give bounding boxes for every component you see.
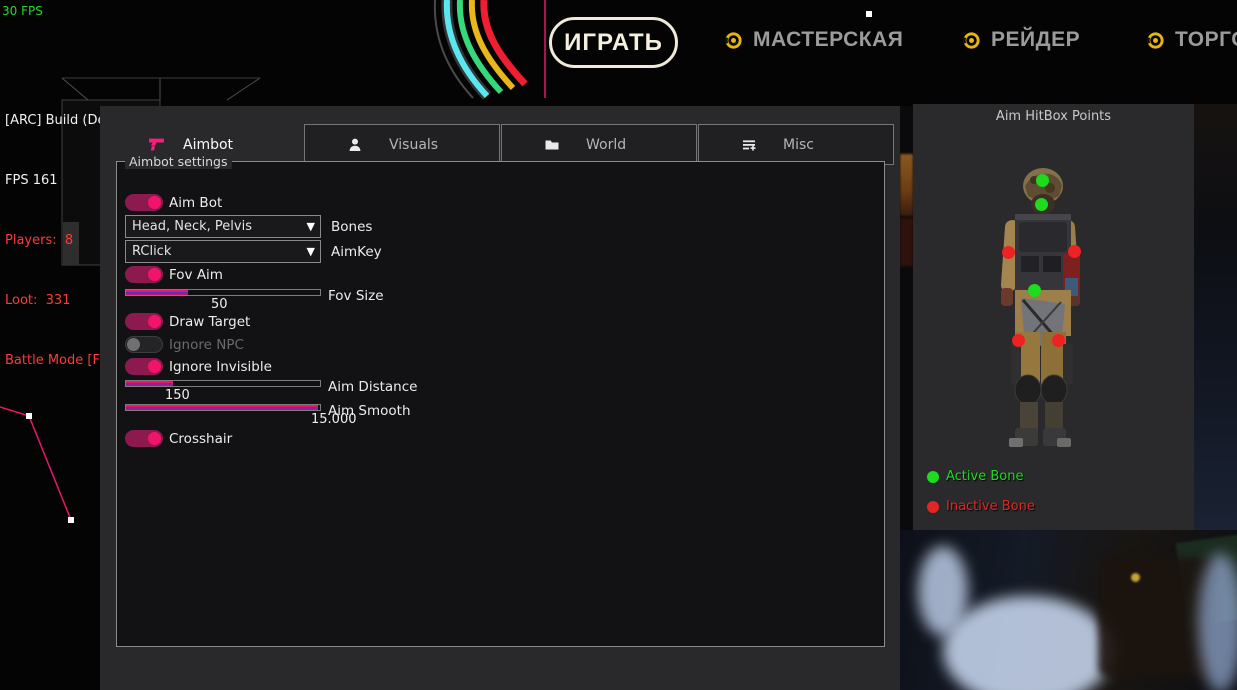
draw-target-label: Draw Target: [169, 314, 250, 330]
menu-item-label: ТОРГО: [1175, 28, 1237, 52]
chevron-down-icon: ▼: [307, 216, 315, 237]
hitbox-dot-left-shoulder: [1002, 246, 1015, 259]
aim-smooth-label: Aim Smooth: [328, 403, 411, 419]
red-dot-icon: [927, 501, 939, 513]
hitbox-dot-pelvis: [1028, 284, 1041, 297]
tab-label: Aimbot: [183, 137, 233, 153]
menu-item-label: РЕЙДЕР: [991, 28, 1080, 52]
group-title: Aimbot settings: [125, 154, 232, 169]
aim-distance-label: Aim Distance: [328, 379, 417, 395]
tab-label: Misc: [783, 137, 814, 153]
fov-aim-label: Fov Aim: [169, 267, 223, 283]
scene-bottom-right: [898, 528, 1237, 690]
cheat-menu-panel: Aimbot Visuals World Misc Aimbot setting…: [100, 106, 900, 690]
scene-gap: [900, 106, 913, 530]
menu-item-merchant[interactable]: ТОРГО: [1146, 28, 1237, 52]
person-icon: [347, 137, 363, 153]
aimkey-dropdown-value: RClick: [132, 244, 171, 259]
bones-label: Bones: [331, 219, 372, 235]
hitbox-dot-left-thigh: [1012, 334, 1025, 347]
playlist-add-icon: [741, 137, 757, 153]
folder-icon: [544, 137, 560, 153]
hitbox-dot-neck: [1035, 198, 1048, 211]
aimkey-label: AimKey: [331, 244, 382, 260]
menu-item-label: МАСТЕРСКАЯ: [753, 28, 903, 52]
tab-misc[interactable]: Misc: [698, 124, 894, 165]
crosshair-label: Crosshair: [169, 431, 232, 447]
gold-circle-icon: [1146, 31, 1165, 50]
green-dot-icon: [927, 471, 939, 483]
gold-circle-icon: [962, 31, 981, 50]
bones-dropdown[interactable]: Head, Neck, Pelvis ▼: [125, 215, 321, 238]
pistol-icon: [148, 136, 165, 153]
aimkey-dropdown[interactable]: RClick ▼: [125, 240, 321, 263]
tab-label: Visuals: [389, 137, 438, 153]
chevron-down-icon: ▼: [307, 241, 315, 262]
aim-hitbox-panel: Aim HitBox Points: [913, 104, 1194, 530]
tab-visuals[interactable]: Visuals: [304, 124, 500, 165]
ignore-invisible-label: Ignore Invisible: [169, 359, 272, 375]
legend-label: Active Bone: [946, 469, 1023, 484]
tab-label: World: [586, 137, 626, 153]
gold-circle-icon: [724, 31, 743, 50]
aim-bot-label: Aim Bot: [169, 195, 222, 211]
crosshair-toggle[interactable]: [125, 430, 163, 447]
tab-world[interactable]: World: [501, 124, 697, 165]
ignore-invisible-toggle[interactable]: [125, 358, 163, 375]
legend-label: Inactive Bone: [946, 499, 1035, 514]
hitbox-dot-right-thigh: [1052, 334, 1065, 347]
aim-distance-slider[interactable]: [125, 380, 321, 387]
menu-item-workshop[interactable]: МАСТЕРСКАЯ: [724, 28, 903, 52]
aim-distance-value: 150: [165, 388, 190, 403]
aim-smooth-slider-fill: [126, 405, 318, 410]
legend-inactive-bone: Inactive Bone: [927, 499, 1035, 514]
hitbox-dot-head: [1036, 174, 1049, 187]
bones-dropdown-value: Head, Neck, Pelvis: [132, 219, 252, 234]
aim-bot-toggle[interactable]: [125, 194, 163, 211]
fov-aim-toggle[interactable]: [125, 266, 163, 283]
ignore-npc-toggle[interactable]: [125, 336, 163, 353]
aim-distance-slider-fill: [126, 381, 173, 386]
ignore-npc-label: Ignore NPC: [169, 337, 244, 353]
draw-target-toggle[interactable]: [125, 313, 163, 330]
aim-smooth-slider[interactable]: [125, 404, 321, 411]
hitbox-dot-right-shoulder: [1068, 245, 1081, 258]
aimbot-settings-group: Aimbot settings Aim Bot Head, Neck, Pelv…: [116, 161, 885, 647]
fov-size-label: Fov Size: [328, 288, 384, 304]
fov-size-slider-fill: [126, 290, 188, 295]
fov-size-value: 50: [211, 297, 228, 312]
play-button[interactable]: ИГРАТЬ: [549, 17, 678, 68]
menu-item-raider[interactable]: РЕЙДЕР: [962, 28, 1080, 52]
scene-right-strip: [1194, 104, 1237, 530]
legend-active-bone: Active Bone: [927, 469, 1023, 484]
game-top-menu: ИГРАТЬ МАСТЕРСКАЯ РЕЙДЕР ТОРГО: [0, 0, 1237, 106]
hitbox-panel-title: Aim HitBox Points: [913, 109, 1194, 124]
fov-size-slider[interactable]: [125, 289, 321, 296]
